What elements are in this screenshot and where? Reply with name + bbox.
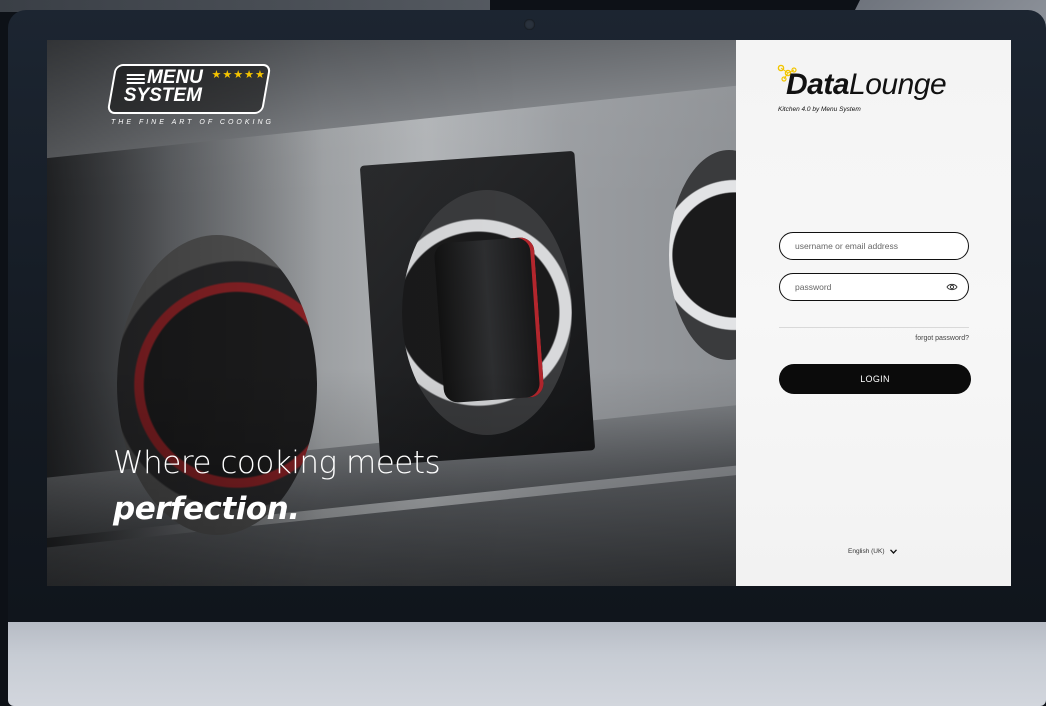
brand-badge: MENU SYSTEM ★★★★★	[106, 64, 272, 114]
username-input[interactable]	[795, 233, 945, 259]
headline-emphasis: perfection.	[113, 491, 300, 527]
headline-text: Where cooking meets	[113, 445, 441, 481]
forgot-password-link[interactable]: forgot password?	[779, 335, 969, 342]
username-field[interactable]	[779, 232, 969, 260]
wordmark-bold: Data	[786, 68, 850, 101]
language-selector[interactable]: English (UK)	[848, 548, 898, 555]
wordmark-regular: Lounge	[849, 68, 947, 101]
language-label: English (UK)	[848, 548, 885, 555]
brand-line2: SYSTEM	[123, 85, 202, 106]
password-input[interactable]	[795, 274, 945, 300]
webcam	[524, 19, 535, 30]
screen: MENU SYSTEM ★★★★★ THE FINE ART OF COOKIN…	[47, 40, 1011, 586]
stars-icon: ★★★★★	[211, 69, 266, 81]
hero-headline: Where cooking meets perfection.	[113, 445, 441, 527]
eye-icon[interactable]	[946, 282, 958, 292]
hero-image: MENU SYSTEM ★★★★★ THE FINE ART OF COOKIN…	[47, 40, 736, 586]
brand-tagline: THE FINE ART OF COOKING	[111, 119, 274, 126]
divider	[779, 327, 969, 328]
datalounge-wordmark: DataLounge	[786, 68, 947, 102]
menu-bars-icon	[126, 74, 145, 84]
password-field[interactable]	[779, 273, 969, 301]
menu-system-logo: MENU SYSTEM ★★★★★ THE FINE ART OF COOKIN…	[106, 64, 274, 126]
datalounge-logo: DataLounge Kitchen 4.0 by Menu System	[776, 64, 976, 124]
monitor-chin	[8, 622, 1046, 706]
login-button[interactable]: LOGIN	[779, 364, 971, 394]
chevron-down-icon	[890, 549, 898, 554]
login-panel: DataLounge Kitchen 4.0 by Menu System fo…	[736, 40, 1011, 586]
datalounge-subtitle: Kitchen 4.0 by Menu System	[778, 106, 861, 113]
